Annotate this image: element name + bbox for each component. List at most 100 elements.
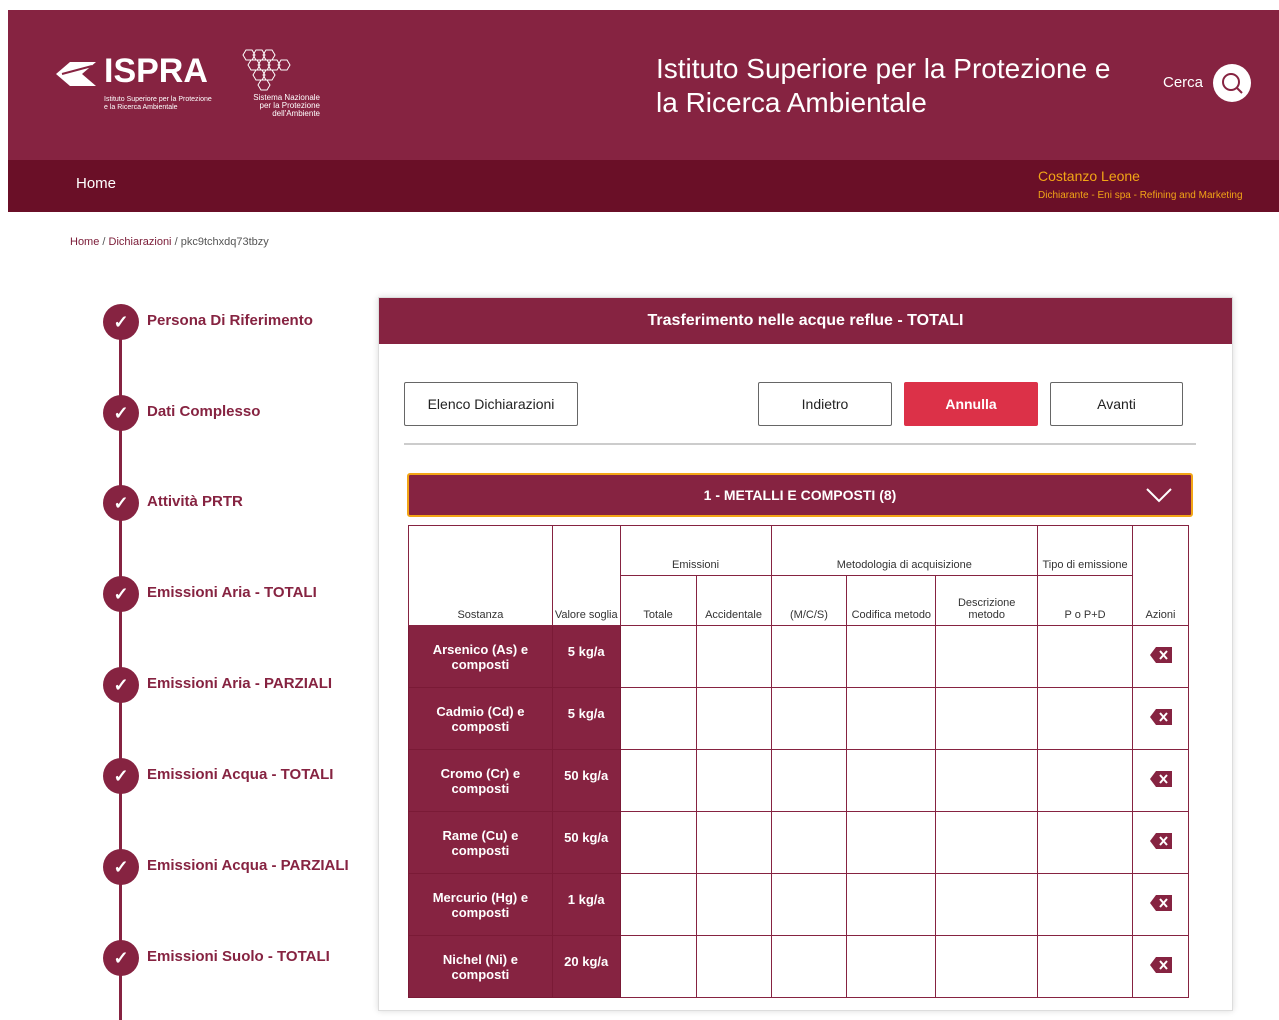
cell-totale[interactable] — [619, 873, 697, 936]
step-label: Emissioni Aria - PARZIALI — [147, 675, 333, 692]
step-label: Emissioni Aria - TOTALI — [147, 584, 317, 601]
header-metodologia: Metodologia di acquisizione — [770, 525, 1039, 576]
step-label: Emissioni Acqua - PARZIALI — [147, 857, 349, 874]
user-name[interactable]: Costanzo Leone — [1038, 168, 1279, 184]
header-azioni: Azioni — [1132, 525, 1189, 626]
delete-icon[interactable] — [1149, 647, 1172, 663]
delete-icon[interactable] — [1149, 833, 1172, 849]
cell-descrizione[interactable] — [935, 687, 1039, 750]
delete-icon[interactable] — [1149, 895, 1172, 911]
step-persona-di-riferimento[interactable]: ✓ Persona Di Riferimento — [100, 304, 380, 344]
cell-descrizione[interactable] — [935, 935, 1039, 998]
cell-totale[interactable] — [619, 625, 697, 688]
accordion-metalli-composti[interactable]: 1 - METALLI E COMPOSTI (8) — [407, 473, 1193, 517]
cell-tipo[interactable] — [1037, 873, 1133, 936]
cell-codifica[interactable] — [846, 811, 937, 874]
cell-codifica[interactable] — [846, 873, 937, 936]
cell-mcs[interactable] — [770, 935, 848, 998]
cell-descrizione[interactable] — [935, 749, 1039, 812]
cell-mcs[interactable] — [770, 873, 848, 936]
cell-tipo[interactable] — [1037, 625, 1133, 688]
site-header: ISPRA Istituto Superiore per la Protezio… — [8, 10, 1279, 160]
cell-codifica[interactable] — [846, 749, 937, 812]
cell-soglia: 5 kg/a — [551, 687, 621, 750]
ispra-logo[interactable]: ISPRA Istituto Superiore per la Protezio… — [56, 48, 346, 138]
cell-sostanza: Cadmio (Cd) e composti — [408, 687, 553, 750]
snpa-text: Sistema Nazionale per la Protezione dell… — [253, 93, 320, 118]
step-emissioni-acqua-parziali[interactable]: ✓ Emissioni Acqua - PARZIALI — [100, 849, 380, 889]
cell-codifica[interactable] — [846, 625, 937, 688]
step-emissioni-aria-totali[interactable]: ✓ Emissioni Aria - TOTALI — [100, 576, 380, 616]
check-icon: ✓ — [103, 576, 139, 612]
cell-accidentale[interactable] — [695, 687, 772, 750]
cell-descrizione[interactable] — [935, 811, 1039, 874]
header-tipo-emissione: Tipo di emissione — [1037, 525, 1133, 576]
cell-mcs[interactable] — [770, 749, 848, 812]
cell-accidentale[interactable] — [695, 873, 772, 936]
header-valore-soglia: Valore soglia — [551, 525, 621, 626]
step-label: Emissioni Acqua - TOTALI — [147, 766, 334, 783]
delete-icon[interactable] — [1149, 957, 1172, 973]
breadcrumb-current: pkc9tchxdq73tbzy — [180, 236, 269, 248]
cell-mcs[interactable] — [770, 811, 848, 874]
cell-accidentale[interactable] — [695, 811, 772, 874]
ispra-diamond-icon — [56, 62, 96, 86]
step-emissioni-aria-parziali[interactable]: ✓ Emissioni Aria - PARZIALI — [100, 667, 380, 707]
indietro-button[interactable]: Indietro — [758, 382, 892, 426]
cell-accidentale[interactable] — [695, 935, 772, 998]
step-emissioni-acqua-totali[interactable]: ✓ Emissioni Acqua - TOTALI — [100, 758, 380, 798]
elenco-dichiarazioni-button[interactable]: Elenco Dichiarazioni — [404, 382, 578, 426]
cell-totale[interactable] — [619, 687, 697, 750]
cell-sostanza: Rame (Cu) e composti — [408, 811, 553, 874]
header-emissioni: Emissioni — [619, 525, 772, 576]
cell-azioni — [1132, 935, 1189, 998]
cell-soglia: 1 kg/a — [551, 873, 621, 936]
cell-mcs[interactable] — [770, 687, 848, 750]
cell-totale[interactable] — [619, 749, 697, 812]
cell-accidentale[interactable] — [695, 625, 772, 688]
search-button[interactable] — [1213, 64, 1251, 102]
check-icon: ✓ — [103, 485, 139, 521]
search-label[interactable]: Cerca — [1163, 74, 1203, 91]
step-label: Attività PRTR — [147, 493, 243, 510]
cell-codifica[interactable] — [846, 935, 937, 998]
cell-totale[interactable] — [619, 811, 697, 874]
main-navbar: Home Costanzo Leone Dichiarante - Eni sp… — [8, 160, 1279, 212]
cell-tipo[interactable] — [1037, 749, 1133, 812]
wizard-stepper: ✓ Persona Di Riferimento ✓ Dati Compless… — [100, 300, 380, 1020]
check-icon: ✓ — [103, 758, 139, 794]
cell-accidentale[interactable] — [695, 749, 772, 812]
cell-soglia: 5 kg/a — [551, 625, 621, 688]
cell-codifica[interactable] — [846, 687, 937, 750]
accordion-title: 1 - METALLI E COMPOSTI (8) — [703, 487, 897, 503]
header-totale: Totale — [619, 575, 697, 626]
annulla-button[interactable]: Annulla — [904, 382, 1038, 426]
table-row: Cadmio (Cd) e composti 5 kg/a — [408, 687, 1189, 750]
cell-descrizione[interactable] — [935, 873, 1039, 936]
cell-descrizione[interactable] — [935, 625, 1039, 688]
step-attivita-prtr[interactable]: ✓ Attività PRTR — [100, 485, 380, 525]
step-dati-complesso[interactable]: ✓ Dati Complesso — [100, 395, 380, 435]
divider — [404, 443, 1196, 445]
header-popd: P o P+D — [1037, 575, 1133, 626]
cell-tipo[interactable] — [1037, 935, 1133, 998]
institute-title: Istituto Superiore per la Protezione e l… — [656, 53, 1111, 118]
substances-table: Sostanza Valore soglia Emissioni Metodol… — [408, 525, 1189, 998]
check-icon: ✓ — [103, 940, 139, 976]
breadcrumb-home[interactable]: Home — [70, 236, 99, 248]
nav-home-link[interactable]: Home — [76, 175, 116, 192]
cell-tipo[interactable] — [1037, 687, 1133, 750]
cell-totale[interactable] — [619, 935, 697, 998]
table-row: Arsenico (As) e composti 5 kg/a — [408, 625, 1189, 688]
cell-soglia: 50 kg/a — [551, 811, 621, 874]
cell-mcs[interactable] — [770, 625, 848, 688]
step-emissioni-suolo-totali[interactable]: ✓ Emissioni Suolo - TOTALI — [100, 940, 380, 980]
breadcrumb-dichiarazioni[interactable]: Dichiarazioni — [109, 236, 172, 248]
delete-icon[interactable] — [1149, 771, 1172, 787]
cell-soglia: 50 kg/a — [551, 749, 621, 812]
cell-azioni — [1132, 625, 1189, 688]
delete-icon[interactable] — [1149, 709, 1172, 725]
cell-tipo[interactable] — [1037, 811, 1133, 874]
avanti-button[interactable]: Avanti — [1050, 382, 1183, 426]
cell-soglia: 20 kg/a — [551, 935, 621, 998]
